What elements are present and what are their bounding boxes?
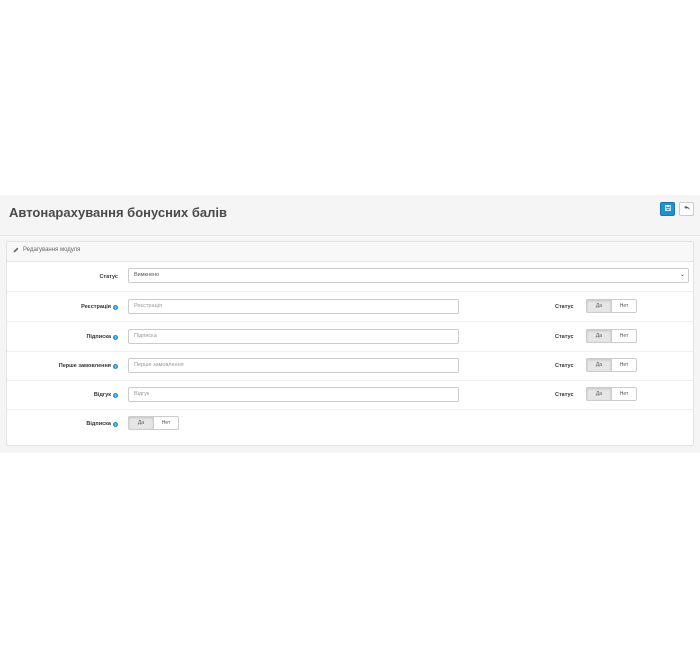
first-order-label: Перше замовлення ? (58, 363, 118, 369)
reply-icon (683, 205, 690, 213)
first-order-status-toggle: Да Нет (586, 358, 637, 372)
help-icon[interactable]: ? (113, 421, 118, 427)
subscription-status-label: Статус (555, 334, 574, 340)
subscription-no-button[interactable]: Нет (612, 329, 637, 343)
back-button[interactable] (679, 202, 694, 216)
subscription-status-toggle: Да Нет (586, 329, 637, 343)
status-select[interactable]: Вимкнено ⌄ (128, 268, 689, 283)
registration-no-button[interactable]: Нет (612, 299, 637, 313)
panel-heading: Редагування модуля (7, 242, 693, 262)
page-header: Автонарахування бонусних балів (0, 195, 700, 236)
unsubscribe-yes-button[interactable]: Да (128, 416, 154, 430)
first-order-yes-button[interactable]: Да (586, 358, 612, 372)
first-order-row: Перше замовлення ? Перше замовлення Стат… (7, 351, 693, 381)
review-input[interactable]: Відгук (128, 387, 459, 402)
review-status-label: Статус (555, 392, 574, 398)
subscription-input[interactable]: Підписка (128, 329, 459, 344)
panel-title: Редагування модуля (23, 247, 81, 253)
help-icon[interactable]: ? (113, 334, 118, 340)
first-order-status-label: Статус (555, 363, 574, 369)
help-icon[interactable]: ? (113, 363, 118, 369)
subscription-row: Підписка ? Підписка Статус Да Нет (7, 322, 693, 352)
registration-yes-button[interactable]: Да (586, 299, 612, 313)
registration-status-label: Статус (555, 304, 574, 310)
unsubscribe-no-button[interactable]: Нет (154, 416, 179, 430)
help-icon[interactable]: ? (113, 304, 118, 310)
content-area: Автонарахування бонусних балів Редагуван… (0, 195, 700, 453)
review-label: Відгук ? (93, 392, 118, 398)
review-status-toggle: Да Нет (586, 387, 637, 401)
edit-module-panel: Редагування модуля Статус Вимкнено ⌄ Реє… (6, 241, 694, 446)
review-row: Відгук ? Відгук Статус Да Нет (7, 380, 693, 410)
review-yes-button[interactable]: Да (586, 387, 612, 401)
registration-row: Реєстрація ? Реєстрація Статус Да Нет (7, 292, 693, 322)
chevron-down-icon: ⌄ (679, 272, 685, 278)
page-title: Автонарахування бонусних балів (9, 205, 227, 220)
save-icon (664, 204, 671, 213)
save-button[interactable] (660, 202, 675, 216)
review-no-button[interactable]: Нет (612, 387, 637, 401)
unsubscribe-toggle: Да Нет (128, 416, 179, 430)
registration-status-toggle: Да Нет (586, 299, 637, 313)
pencil-icon (13, 246, 19, 255)
help-icon[interactable]: ? (113, 392, 118, 398)
first-order-input[interactable]: Перше замовлення (128, 358, 459, 373)
first-order-no-button[interactable]: Нет (612, 358, 637, 372)
unsubscribe-row: Відписка ? Да Нет (7, 409, 693, 438)
subscription-yes-button[interactable]: Да (586, 329, 612, 343)
unsubscribe-label: Відписка ? (86, 421, 118, 427)
status-row: Статус Вимкнено ⌄ (7, 262, 693, 292)
registration-input[interactable]: Реєстрація (128, 299, 459, 314)
subscription-label: Підписка ? (86, 334, 118, 340)
status-label: Статус (99, 274, 118, 280)
registration-label: Реєстрація ? (81, 304, 118, 310)
